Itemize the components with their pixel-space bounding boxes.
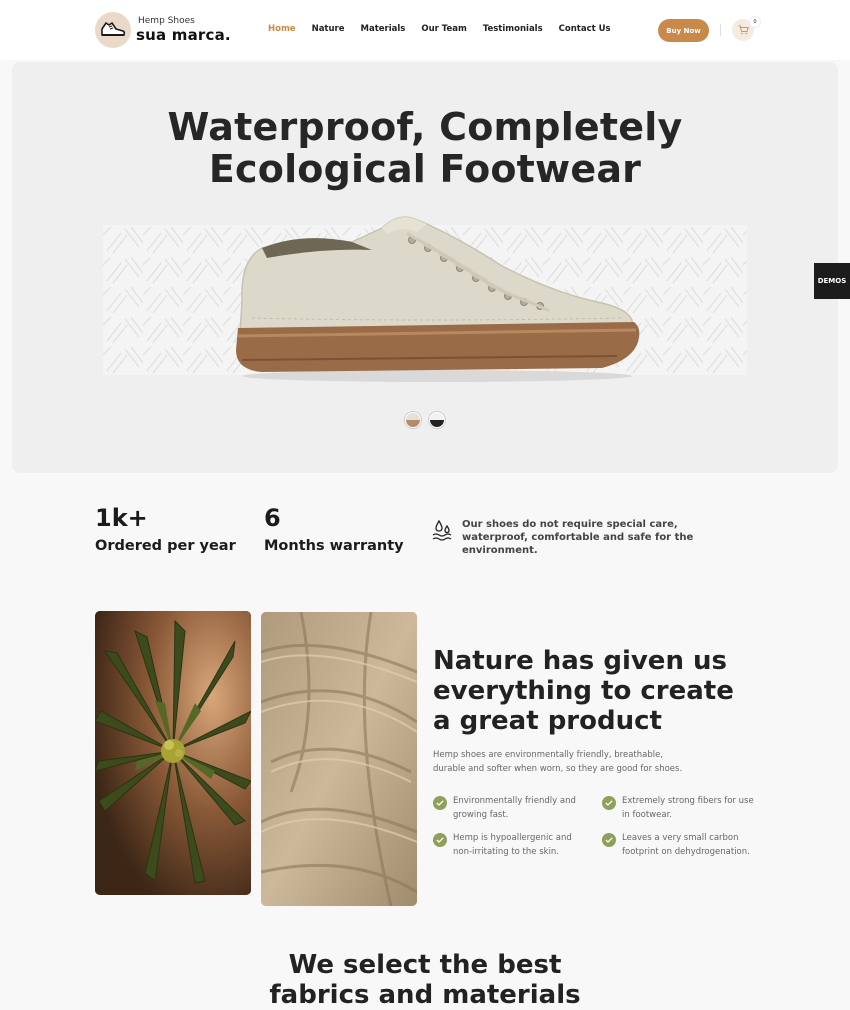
stat-warranty-value: 6 bbox=[264, 504, 281, 532]
feature-item: Extremely strong fibers for use in footw… bbox=[602, 794, 760, 822]
care-info: Our shoes do not require special care, w… bbox=[432, 518, 732, 557]
feature-item: Hemp is hypoallergenic and non-irritatin… bbox=[433, 831, 591, 859]
shopping-cart-icon bbox=[738, 25, 749, 35]
feature-text: Hemp is hypoallergenic and non-irritatin… bbox=[453, 833, 572, 857]
nature-title-line3: a great product bbox=[433, 706, 662, 736]
nav-link-testimonials[interactable]: Testimonials bbox=[483, 24, 543, 34]
nature-title-line2: everything to create bbox=[433, 676, 734, 706]
stat-warranty-label: Months warranty bbox=[264, 538, 404, 554]
hemp-shoe-image bbox=[236, 216, 640, 382]
materials-section-title: We select the best fabrics and materials bbox=[0, 950, 850, 1010]
nav-link-materials[interactable]: Materials bbox=[361, 24, 406, 34]
nav-link-home[interactable]: Home bbox=[268, 24, 296, 34]
materials-title-line1: We select the best bbox=[288, 950, 562, 980]
color-swatches bbox=[405, 412, 453, 428]
nav-link-our-team[interactable]: Our Team bbox=[421, 24, 466, 34]
stat-orders: 1k+ Ordered per year bbox=[95, 503, 236, 557]
hero-title-line1: Waterproof, Completely bbox=[167, 105, 683, 149]
demos-button[interactable]: DEMOS bbox=[814, 263, 850, 299]
feature-text: Environmentally friendly and growing fas… bbox=[453, 796, 576, 820]
hero-title: Waterproof, Completely Ecological Footwe… bbox=[12, 106, 838, 190]
brand-logo[interactable]: Hemp Shoes sua marca. bbox=[95, 12, 235, 48]
stat-warranty: 6 Months warranty bbox=[264, 503, 404, 557]
care-text: Our shoes do not require special care, w… bbox=[462, 519, 694, 556]
cart-count-badge: 0 bbox=[749, 16, 761, 28]
materials-title-line2: fabrics and materials bbox=[269, 980, 581, 1010]
main-nav: Home Nature Materials Our Team Testimoni… bbox=[268, 24, 627, 34]
brand-name: sua marca. bbox=[136, 26, 235, 43]
check-icon bbox=[433, 796, 447, 810]
feature-text: Extremely strong fibers for use in footw… bbox=[622, 796, 754, 820]
feature-item: Leaves a very small carbon footprint on … bbox=[602, 831, 760, 859]
buy-now-button[interactable]: Buy Now bbox=[658, 19, 709, 42]
brand-tagline: Hemp Shoes bbox=[138, 15, 195, 26]
site-header: Hemp Shoes sua marca. Home Nature Materi… bbox=[0, 0, 850, 60]
nav-link-contact-us[interactable]: Contact Us bbox=[559, 24, 611, 34]
stat-orders-value: 1k+ bbox=[95, 504, 148, 532]
sneaker-icon bbox=[95, 12, 131, 48]
feature-item: Environmentally friendly and growing fas… bbox=[433, 794, 591, 822]
nature-title-line1: Nature has given us bbox=[433, 646, 727, 676]
swatch-dark[interactable] bbox=[429, 412, 445, 428]
hemp-fabric-image bbox=[261, 612, 417, 906]
waterproof-icon bbox=[432, 519, 452, 541]
nature-title: Nature has given us everything to create… bbox=[433, 646, 763, 736]
hemp-plant-image bbox=[95, 611, 251, 895]
nav-link-nature[interactable]: Nature bbox=[312, 24, 345, 34]
check-icon bbox=[433, 833, 447, 847]
nature-description: Hemp shoes are environmentally friendly,… bbox=[433, 750, 683, 774]
check-icon bbox=[602, 796, 616, 810]
check-icon bbox=[602, 833, 616, 847]
stat-orders-label: Ordered per year bbox=[95, 538, 236, 554]
swatch-tan[interactable] bbox=[405, 412, 421, 428]
hero-title-line2: Ecological Footwear bbox=[208, 147, 642, 191]
feature-text: Leaves a very small carbon footprint on … bbox=[622, 833, 750, 857]
header-divider bbox=[720, 24, 721, 36]
hero-section: Waterproof, Completely Ecological Footwe… bbox=[12, 62, 838, 473]
